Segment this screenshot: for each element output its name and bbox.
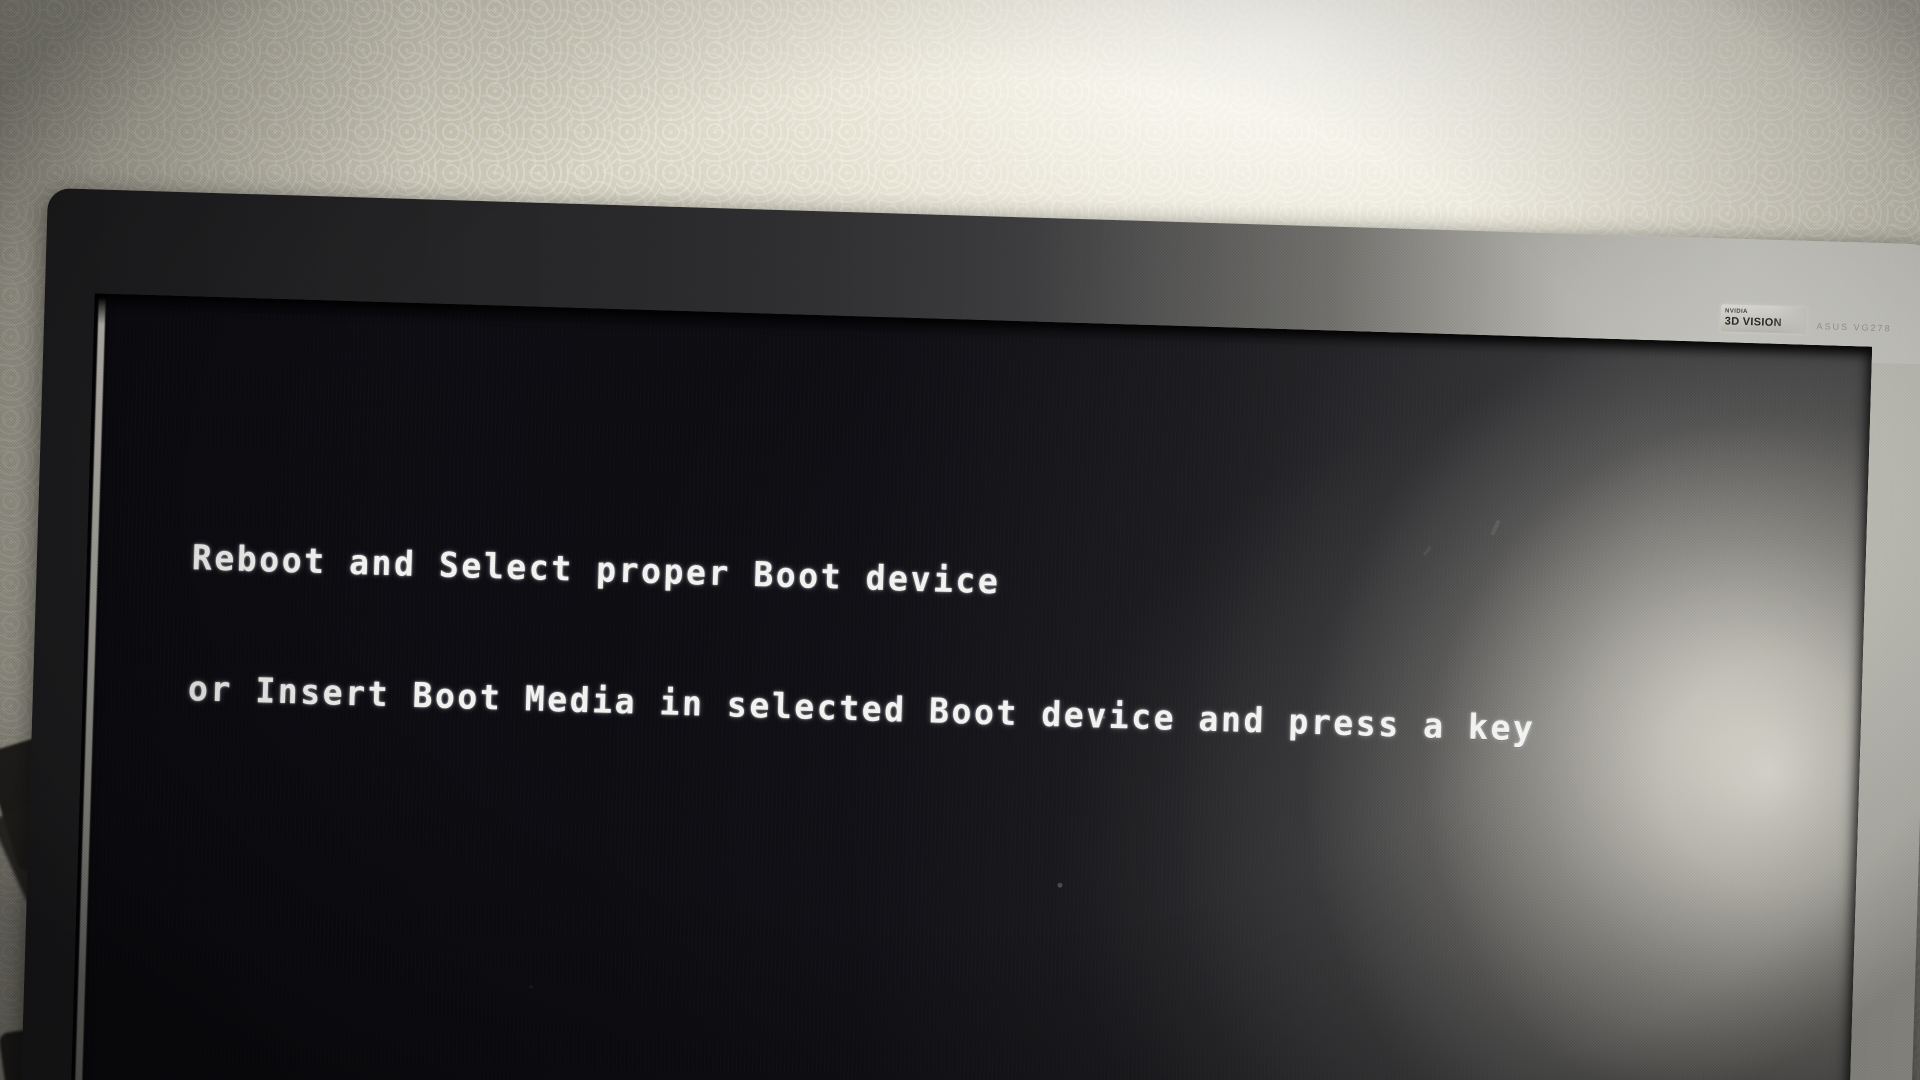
- photo-scene: NVIDIA 3D VISION ASUS VG278 Reboot and S…: [0, 0, 1920, 1080]
- nvidia-3d-vision-sticker: NVIDIA 3D VISION: [1720, 304, 1808, 334]
- screen-dust-speck: [529, 984, 534, 989]
- bios-message-line-2: or Insert Boot Media in selected Boot de…: [187, 667, 1537, 749]
- monitor-bezel: NVIDIA 3D VISION ASUS VG278 Reboot and S…: [18, 188, 1920, 1080]
- sticker-glare-fade: [1772, 305, 1808, 334]
- bios-message-line-1: Reboot and Select proper Boot device: [191, 536, 1002, 602]
- bios-boot-error-message: Reboot and Select proper Boot device or …: [185, 449, 1543, 839]
- monitor: NVIDIA 3D VISION ASUS VG278 Reboot and S…: [18, 188, 1920, 1080]
- monitor-screen: Reboot and Select proper Boot device or …: [68, 293, 1873, 1080]
